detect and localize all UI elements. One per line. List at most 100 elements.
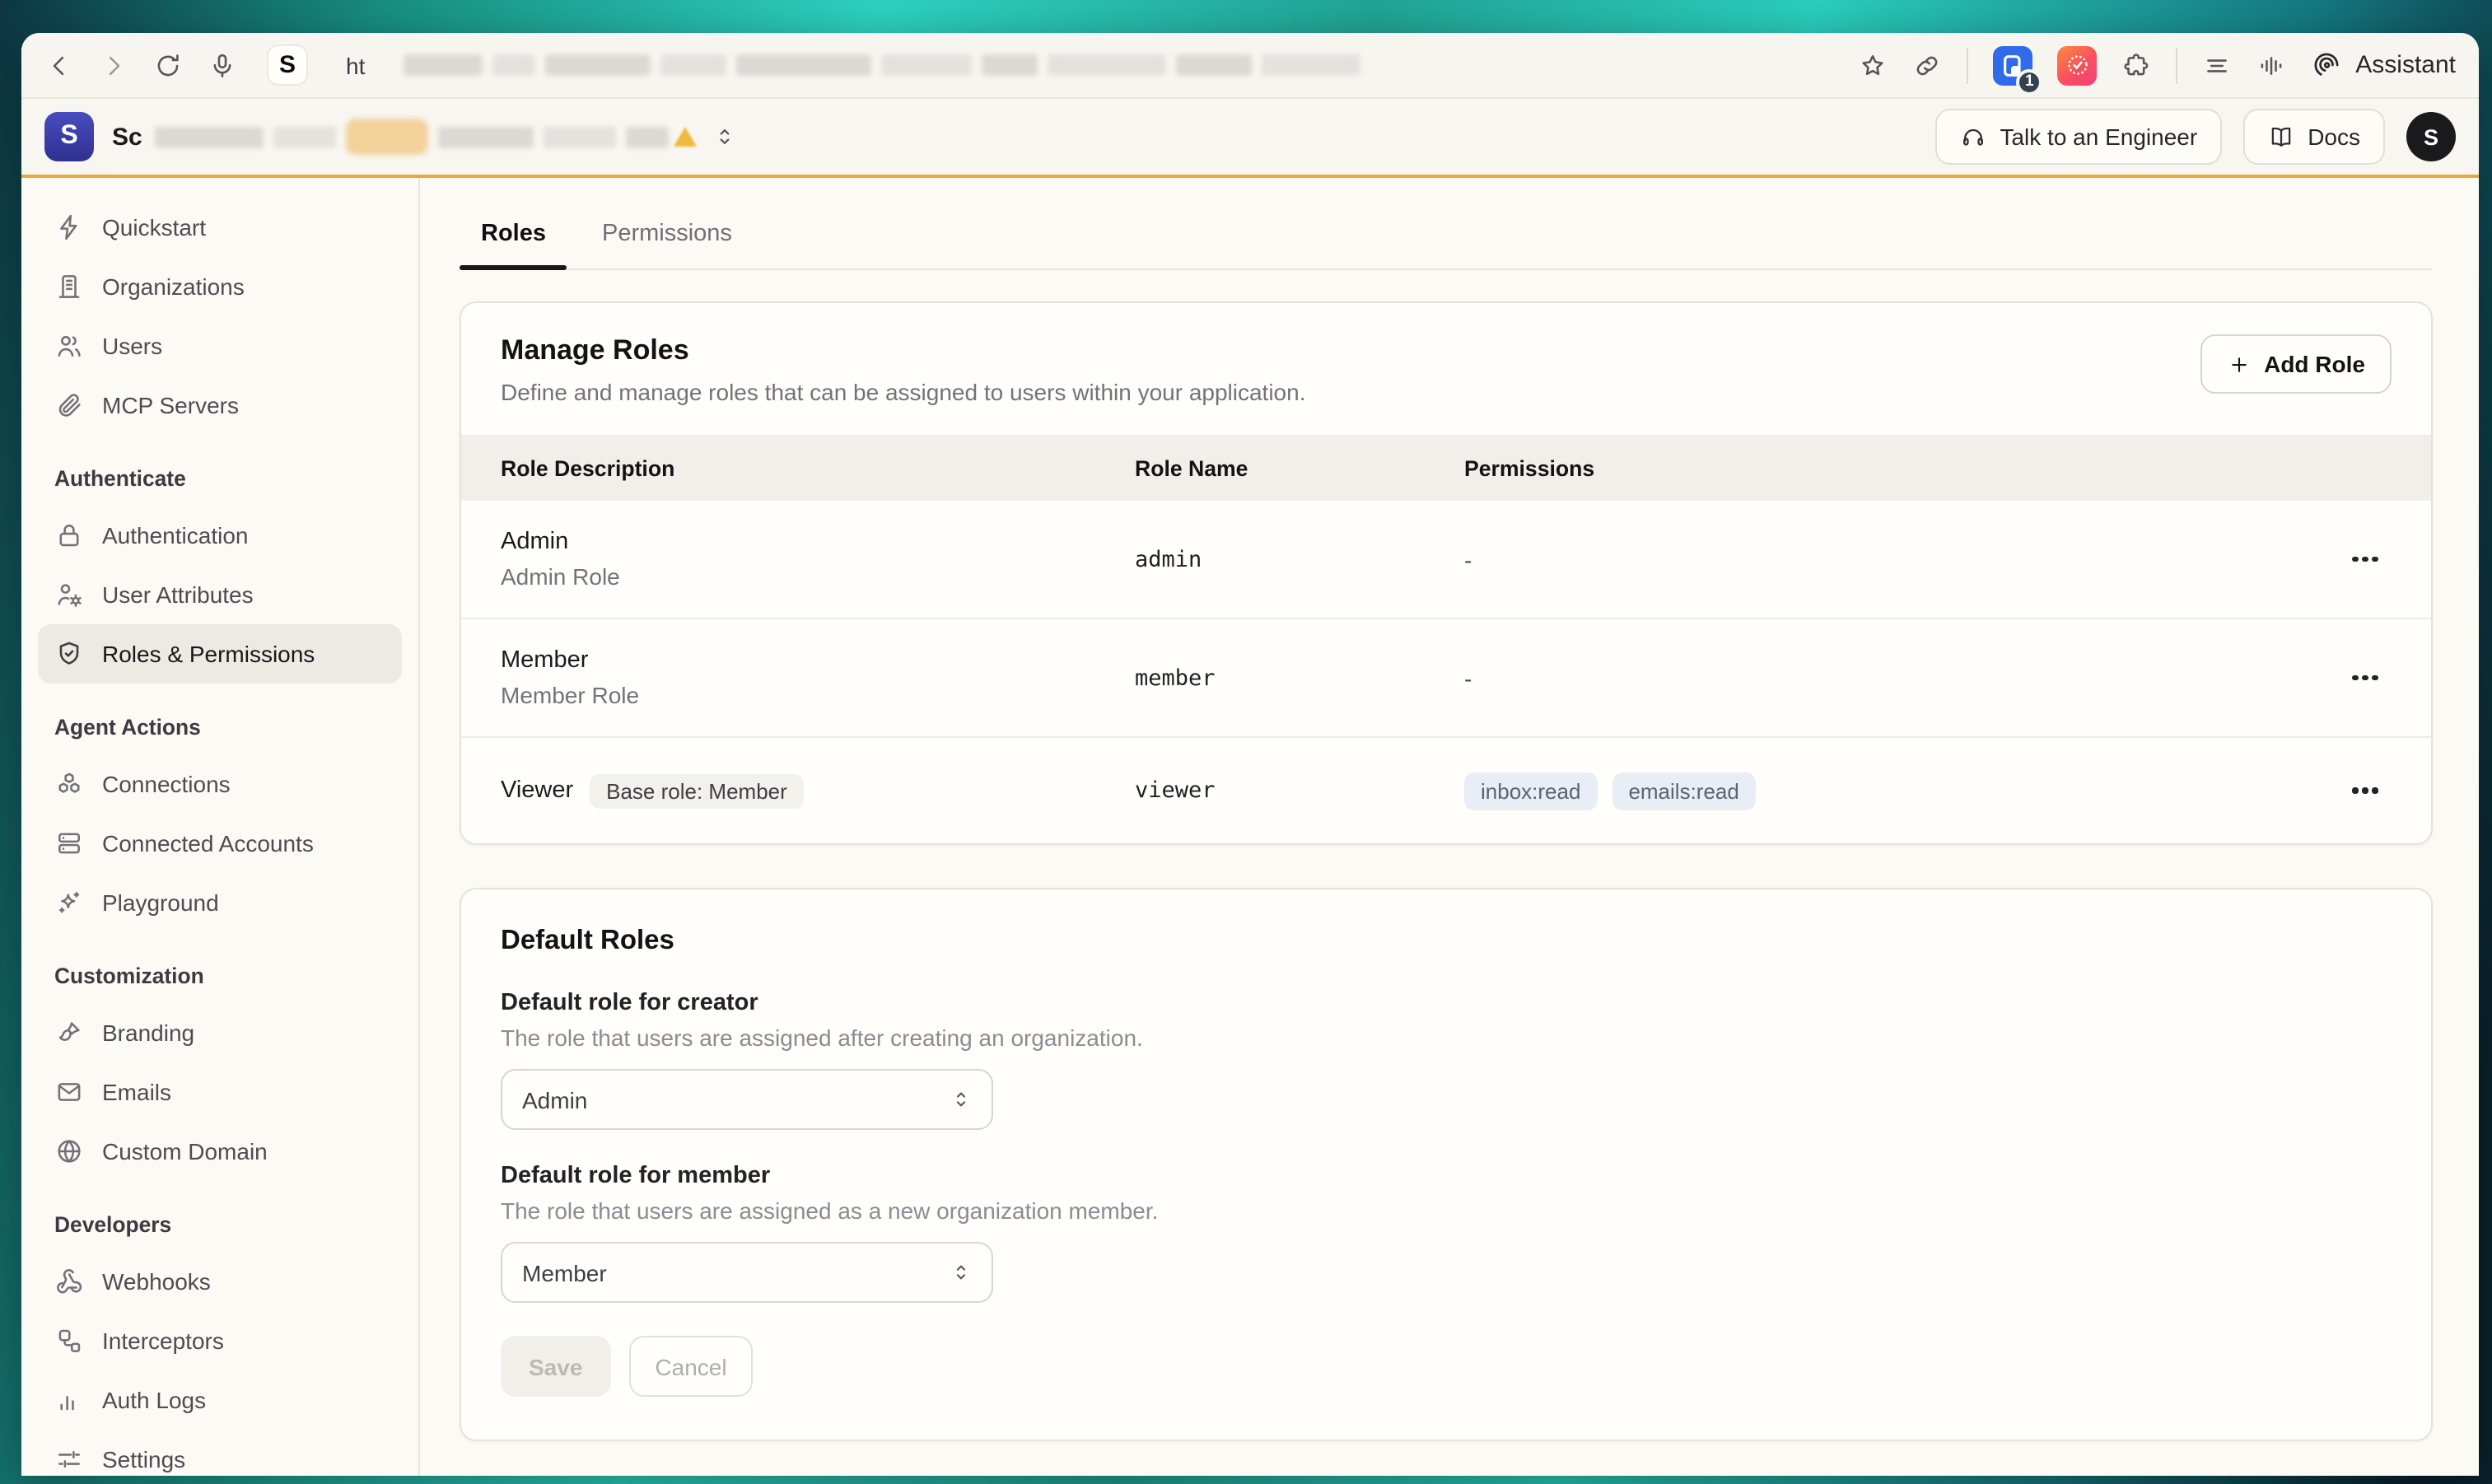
sidebar-item-label: Webhooks — [102, 1268, 211, 1295]
member-role-description: The role that users are assigned as a ne… — [501, 1197, 2392, 1224]
env-warning-triangle-icon — [674, 127, 698, 147]
role-display-name: Viewer — [501, 777, 573, 804]
sidebar: Quickstart Organizations Users MCP Servers A… — [21, 178, 420, 1476]
sidebar-item-label: Roles & Permissions — [102, 641, 315, 667]
member-role-select[interactable]: Member — [501, 1242, 993, 1303]
clock-check-icon — [2063, 51, 2091, 79]
role-name-cell: admin — [1135, 546, 1464, 572]
manage-roles-description: Define and manage roles that can be assi… — [501, 379, 2392, 405]
docs-label: Docs — [2308, 124, 2360, 150]
chevrons-up-down-icon — [949, 1260, 973, 1285]
sidebar-item-connected-accounts[interactable]: Connected Accounts — [38, 814, 402, 873]
tab-roles[interactable]: Roles — [481, 221, 546, 268]
redacted-url — [403, 54, 1360, 76]
extension-badge: 1 — [2016, 68, 2042, 95]
row-actions-button[interactable] — [2339, 766, 2392, 815]
toolbar-divider — [1967, 47, 1968, 83]
sidebar-item-authentication[interactable]: Authentication — [38, 506, 402, 565]
role-row-admin: AdminAdmin Roleadmin- — [461, 501, 2431, 618]
creator-role-select[interactable]: Admin — [501, 1069, 993, 1130]
row-actions-button[interactable] — [2339, 534, 2392, 584]
globe-icon — [54, 1136, 84, 1166]
back-icon[interactable] — [44, 50, 74, 80]
org-environment-selector[interactable]: Sc — [112, 119, 739, 155]
app-header: S Sc Talk to an Engineer Docs — [21, 99, 2479, 178]
timer-extension-icon[interactable] — [2057, 45, 2097, 85]
user-gear-icon — [54, 580, 84, 609]
default-roles-actions: Save Cancel — [501, 1336, 2392, 1397]
assistant-button[interactable]: Assistant — [2311, 49, 2456, 81]
microphone-icon[interactable] — [208, 50, 237, 80]
url-text[interactable]: ht — [346, 52, 365, 78]
sidebar-section-authenticate: Authenticate — [54, 466, 385, 491]
sidebar-item-label: Custom Domain — [102, 1138, 268, 1164]
assistant-label: Assistant — [2355, 51, 2456, 79]
default-roles-card: Default Roles Default role for creator T… — [460, 888, 2433, 1441]
sidebar-item-organizations[interactable]: Organizations — [38, 257, 402, 316]
reload-icon[interactable] — [153, 50, 183, 80]
sidebar-item-label: Branding — [102, 1020, 194, 1046]
sidebar-item-mcp-servers[interactable]: MCP Servers — [38, 376, 402, 435]
zap-icon — [54, 212, 84, 242]
password-extension-icon[interactable]: 1 — [1993, 45, 2032, 85]
sidebar-item-custom-domain[interactable]: Custom Domain — [38, 1122, 402, 1181]
col-role-description: Role Description — [501, 455, 1135, 480]
col-role-name: Role Name — [1135, 455, 1464, 480]
sidebar-item-settings[interactable]: Settings — [38, 1430, 402, 1476]
role-display-name: Admin — [501, 529, 568, 555]
default-roles-title: Default Roles — [501, 926, 2392, 957]
app-logo: S — [44, 112, 94, 161]
sidebar-item-label: MCP Servers — [102, 392, 239, 418]
assistant-swirl-icon — [2311, 49, 2342, 81]
sidebar-item-label: Quickstart — [102, 214, 206, 240]
docs-button[interactable]: Docs — [2243, 109, 2385, 165]
redacted-org-name — [156, 119, 670, 155]
screen: S ht 1 — [0, 0, 2492, 1484]
sidebar-section-agent-actions: Agent Actions — [54, 715, 385, 740]
org-name-prefix: Sc — [112, 123, 142, 151]
sidebar-item-emails[interactable]: Emails — [38, 1062, 402, 1122]
sidebar-item-users[interactable]: Users — [38, 316, 402, 376]
chevrons-up-down-icon — [949, 1087, 973, 1112]
save-button[interactable]: Save — [501, 1336, 610, 1397]
sidebar-item-connections[interactable]: Connections — [38, 754, 402, 814]
creator-role-label: Default role for creator — [501, 990, 2392, 1016]
sidebar-item-user-attributes[interactable]: User Attributes — [38, 565, 402, 624]
shield-check-icon — [54, 639, 84, 669]
role-description-cell: AdminAdmin Role — [501, 529, 1135, 590]
sidebar-item-quickstart[interactable]: Quickstart — [38, 198, 402, 257]
add-role-button[interactable]: Add Role — [2200, 334, 2392, 394]
sidebar-item-webhooks[interactable]: Webhooks — [38, 1252, 402, 1311]
sidebar-item-label: Organizations — [102, 273, 245, 300]
app-body: Quickstart Organizations Users MCP Servers A… — [21, 178, 2479, 1476]
bookmark-star-icon[interactable] — [1858, 50, 1888, 80]
plus-icon — [2226, 352, 2251, 376]
sidebar-item-branding[interactable]: Branding — [38, 1003, 402, 1062]
talk-to-engineer-button[interactable]: Talk to an Engineer — [1935, 109, 2222, 165]
browser-toolbar: S ht 1 — [21, 33, 2479, 99]
sidebar-item-roles-permissions[interactable]: Roles & Permissions — [38, 624, 402, 684]
role-description-text: Member Role — [501, 682, 1135, 708]
paperclip-icon — [54, 390, 84, 420]
copy-link-icon[interactable] — [1912, 50, 1942, 80]
role-name-cell: viewer — [1135, 777, 1464, 804]
member-role-label: Default role for member — [501, 1163, 2392, 1189]
brush-icon — [54, 1018, 84, 1048]
user-avatar[interactable]: S — [2406, 112, 2456, 161]
users-icon — [54, 331, 84, 361]
bars-icon — [54, 1385, 84, 1415]
book-icon — [2268, 124, 2294, 150]
sidebar-item-interceptors[interactable]: Interceptors — [38, 1311, 402, 1370]
cancel-button[interactable]: Cancel — [628, 1336, 753, 1397]
sparkle-icon — [54, 888, 84, 917]
reader-lines-icon[interactable] — [2202, 50, 2232, 80]
extensions-puzzle-icon[interactable] — [2121, 50, 2151, 80]
forward-icon[interactable] — [99, 50, 128, 80]
voice-wave-icon[interactable] — [2256, 50, 2286, 80]
role-name-cell: member — [1135, 665, 1464, 691]
permissions-cell: - — [1464, 665, 2299, 691]
sidebar-item-auth-logs[interactable]: Auth Logs — [38, 1370, 402, 1430]
row-actions-button[interactable] — [2339, 653, 2392, 702]
sidebar-item-playground[interactable]: Playground — [38, 873, 402, 932]
tab-permissions[interactable]: Permissions — [602, 221, 732, 268]
